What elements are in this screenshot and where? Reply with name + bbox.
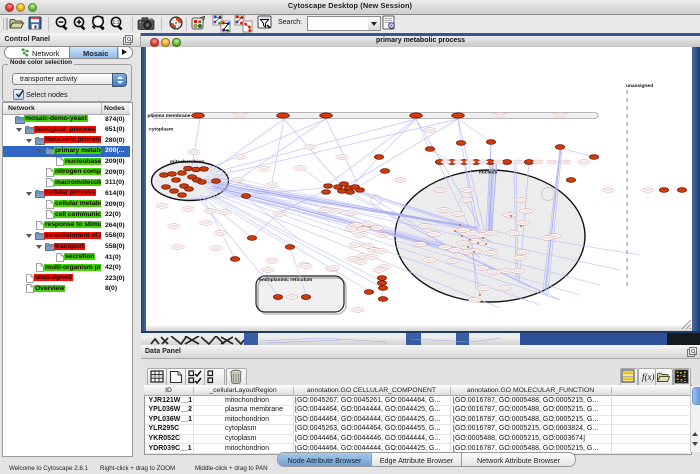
svg-text:endoplasmic reticulum: endoplasmic reticulum	[259, 277, 313, 283]
svg-text:unassigned: unassigned	[626, 83, 653, 89]
svg-text:1:1: 1:1	[113, 20, 120, 26]
svg-text:nucleus: nucleus	[479, 170, 498, 176]
svg-text:f(x): f(x)	[642, 372, 655, 382]
svg-text:plasma membrane: plasma membrane	[148, 113, 191, 119]
svg-text:mitochondrion: mitochondrion	[170, 159, 204, 165]
svg-text:cytoplasm: cytoplasm	[149, 127, 174, 133]
